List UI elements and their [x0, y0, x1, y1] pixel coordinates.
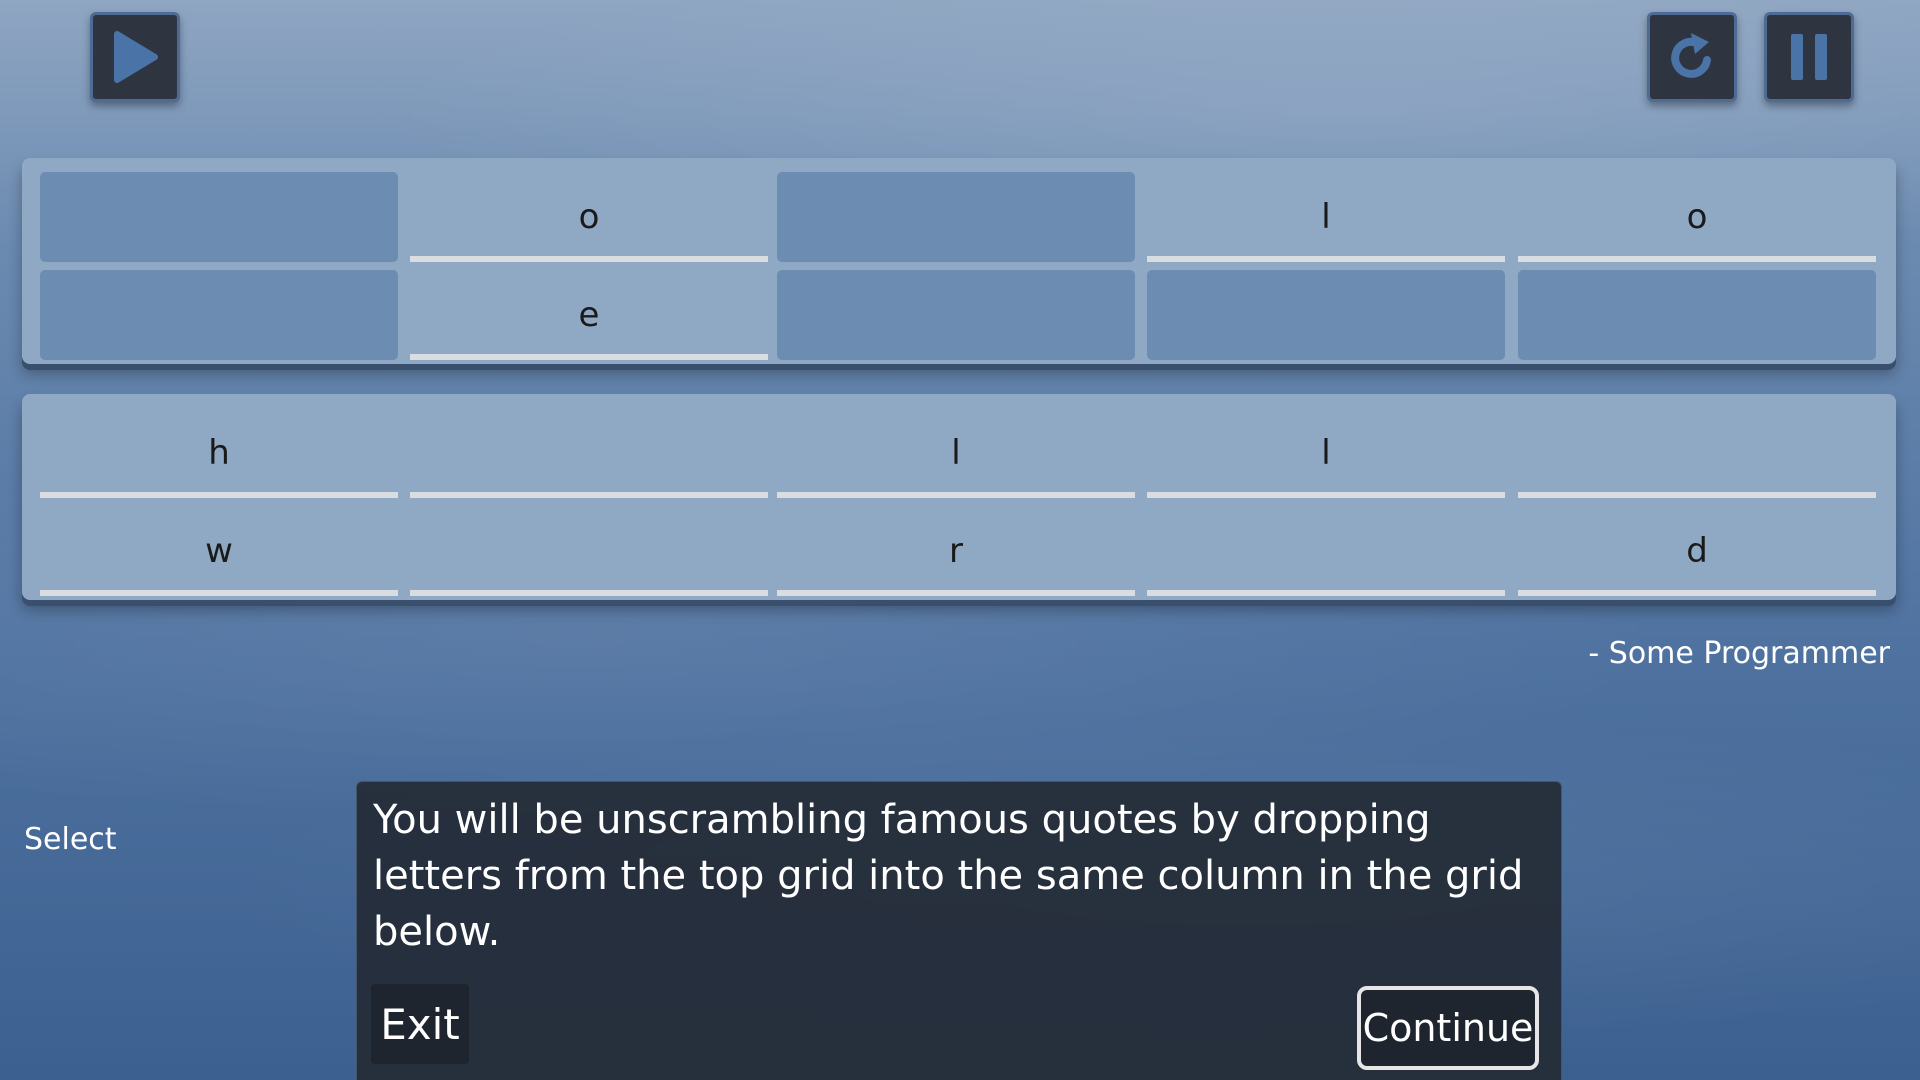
- select-label: Select: [24, 822, 117, 857]
- top-grid-cell[interactable]: e: [410, 270, 768, 360]
- bottom-grid-cell[interactable]: r: [777, 506, 1135, 596]
- play-icon: [114, 31, 158, 83]
- instruction-dialog: You will be unscrambling famous quotes b…: [356, 781, 1562, 1080]
- top-grid-cell[interactable]: [1147, 270, 1505, 360]
- bottom-grid-cell[interactable]: [1518, 408, 1876, 498]
- pause-button[interactable]: [1764, 12, 1854, 102]
- top-grid-cell[interactable]: l: [1147, 172, 1505, 262]
- bottom-grid-cell[interactable]: l: [1147, 408, 1505, 498]
- bottom-grid-cell[interactable]: h: [40, 408, 398, 498]
- top-grid-cell[interactable]: [777, 270, 1135, 360]
- scrambled-letter-grid: oloe: [22, 158, 1896, 364]
- exit-button[interactable]: Exit: [371, 984, 469, 1064]
- bottom-grid-cell[interactable]: d: [1518, 506, 1876, 596]
- top-grid-cell[interactable]: [1518, 270, 1876, 360]
- play-button[interactable]: [90, 12, 180, 102]
- bottom-grid-cell[interactable]: [410, 408, 768, 498]
- top-grid-cell[interactable]: [40, 172, 398, 262]
- top-grid-cell[interactable]: [40, 270, 398, 360]
- restart-icon: [1671, 33, 1711, 78]
- restart-button[interactable]: [1647, 12, 1737, 102]
- answer-letter-grid: h ll w r d: [22, 394, 1896, 600]
- bottom-grid-cell[interactable]: [410, 506, 768, 596]
- pause-icon: [1791, 34, 1827, 80]
- instruction-text: You will be unscrambling famous quotes b…: [373, 797, 1524, 955]
- bottom-grid-cell[interactable]: w: [40, 506, 398, 596]
- continue-button[interactable]: Continue: [1357, 986, 1539, 1070]
- bottom-grid-cell[interactable]: [1147, 506, 1505, 596]
- top-grid-cell[interactable]: o: [1518, 172, 1876, 262]
- top-grid-cell[interactable]: o: [410, 172, 768, 262]
- quote-attribution: - Some Programmer: [1588, 636, 1890, 671]
- top-grid-cell[interactable]: [777, 172, 1135, 262]
- bottom-grid-cell[interactable]: l: [777, 408, 1135, 498]
